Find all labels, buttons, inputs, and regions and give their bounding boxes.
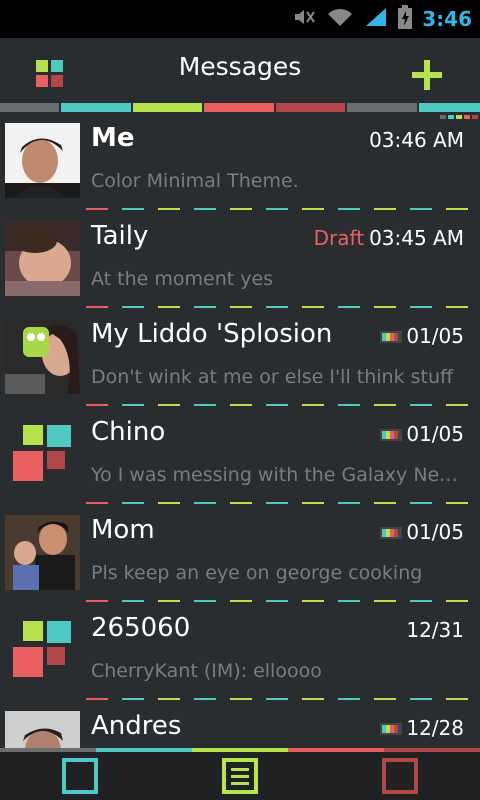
conversation-row[interactable]: Chino 01/05 Yo I was messing with the Ga… xyxy=(0,412,480,510)
message-time-text: 03:46 AM xyxy=(369,128,464,152)
wifi-icon xyxy=(326,6,354,32)
conversations-tab-icon[interactable] xyxy=(62,758,98,794)
status-bar: 3:46 xyxy=(0,0,480,38)
message-time: 01/05 xyxy=(380,324,464,348)
contact-name: Me xyxy=(91,123,135,153)
default-contact-icon[interactable] xyxy=(5,613,80,688)
contact-name: Chino xyxy=(91,417,166,447)
message-snippet: At the moment yes xyxy=(91,268,274,290)
contact-photo-avatar[interactable] xyxy=(5,319,80,394)
contact-photo-avatar[interactable] xyxy=(5,711,80,748)
attachment-icon xyxy=(380,429,403,441)
compose-tab-icon[interactable] xyxy=(222,758,258,794)
add-icon[interactable] xyxy=(412,60,442,90)
dashed-divider xyxy=(86,306,468,308)
message-time-text: 12/28 xyxy=(406,716,464,740)
dashed-divider xyxy=(86,502,468,504)
contact-name: Taily xyxy=(91,221,149,251)
mute-icon xyxy=(292,6,316,32)
message-time-text: 01/05 xyxy=(406,324,464,348)
message-time: 01/05 xyxy=(380,422,464,446)
conversation-row[interactable]: Me 03:46 AM Color Minimal Theme. xyxy=(0,118,480,216)
attachment-icon xyxy=(380,331,403,343)
draft-label: Draft xyxy=(313,226,365,250)
conversation-row[interactable]: Taily Draft 03:45 AM At the moment yes xyxy=(0,216,480,314)
action-bar: Messages xyxy=(0,38,480,102)
message-time-text: 12/31 xyxy=(406,618,464,642)
contact-photo-avatar[interactable] xyxy=(5,221,80,296)
message-time-text: 01/05 xyxy=(406,422,464,446)
default-contact-icon[interactable] xyxy=(5,417,80,492)
contact-photo-avatar[interactable] xyxy=(5,123,80,198)
page-title: Messages xyxy=(178,52,302,81)
attachment-icon xyxy=(380,723,403,735)
battery-icon xyxy=(398,5,413,33)
status-time: 3:46 xyxy=(422,7,472,31)
message-time: 01/05 xyxy=(380,520,464,544)
message-time-text: 03:45 AM xyxy=(369,226,464,250)
conversation-row[interactable]: Andres 12/28 xyxy=(0,706,480,748)
settings-tab-icon[interactable] xyxy=(382,758,418,794)
contact-name: 265060 xyxy=(91,613,191,643)
message-time-text: 01/05 xyxy=(406,520,464,544)
conversation-list: Me 03:46 AM Color Minimal Theme. Taily D… xyxy=(0,118,480,748)
contact-name: Mom xyxy=(91,515,155,545)
message-snippet: CherryKant (IM): elloooo xyxy=(91,660,322,682)
dashed-divider xyxy=(86,600,468,602)
contact-name: Andres xyxy=(91,711,182,741)
status-icons: 3:46 xyxy=(292,0,472,38)
conversation-row[interactable]: My Liddo 'Splosion 01/05 Don't wink at m… xyxy=(0,314,480,412)
contact-photo-avatar[interactable] xyxy=(5,515,80,590)
message-time: Draft 03:45 AM xyxy=(314,226,464,250)
header-color-strip xyxy=(0,103,480,112)
message-snippet: Yo I was messing with the Galaxy Nex... xyxy=(91,464,466,486)
signal-icon xyxy=(364,6,388,32)
conversation-row[interactable]: Mom 01/05 Pls keep an eye on george cook… xyxy=(0,510,480,608)
message-time: 12/28 xyxy=(380,716,464,740)
message-snippet: Don't wink at me or else I'll think stuf… xyxy=(91,366,454,388)
attachment-icon xyxy=(380,527,403,539)
dashed-divider xyxy=(86,698,468,700)
dashed-divider xyxy=(86,208,468,210)
message-snippet: Color Minimal Theme. xyxy=(91,170,299,192)
contact-name: My Liddo 'Splosion xyxy=(91,319,333,349)
message-snippet: Pls keep an eye on george cooking xyxy=(91,562,423,584)
message-time: 12/31 xyxy=(406,618,464,642)
bottom-navigation xyxy=(0,752,480,800)
dashed-divider xyxy=(86,404,468,406)
conversation-row[interactable]: 265060 12/31 CherryKant (IM): elloooo xyxy=(0,608,480,706)
message-time: 03:46 AM xyxy=(369,128,464,152)
